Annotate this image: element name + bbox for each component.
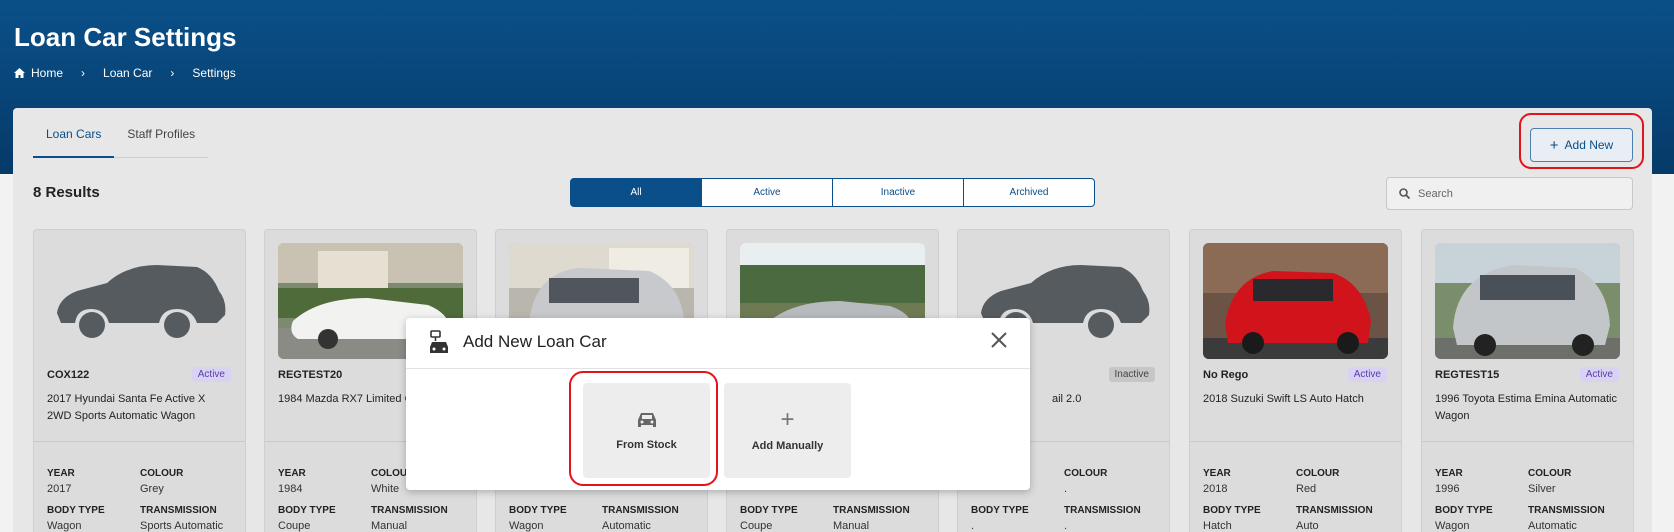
chevron-right-icon: ›: [81, 66, 86, 80]
spec-year: YEAR 2018: [1203, 468, 1231, 495]
spec-colour: COLOUR.: [1064, 468, 1108, 495]
car-photo: [1203, 243, 1388, 359]
dialog-title: Add New Loan Car: [463, 332, 607, 351]
search-icon: [1399, 188, 1410, 199]
breadcrumb-home[interactable]: Home: [14, 66, 63, 80]
divider: [34, 441, 245, 442]
status-badge: Active: [191, 367, 231, 382]
filter-inactive[interactable]: Inactive: [832, 178, 964, 207]
spec-transmission: TRANSMISSION Automatic: [1528, 505, 1605, 532]
loan-car-card[interactable]: COX122 Active 2017 Hyundai Santa Fe Acti…: [33, 229, 246, 532]
tab-loan-cars[interactable]: Loan Cars: [33, 124, 115, 158]
car-photo: [1435, 243, 1620, 359]
filter-active[interactable]: Active: [701, 178, 833, 207]
filter-all[interactable]: All: [570, 178, 702, 207]
spec-year: YEAR 1996: [1435, 468, 1463, 495]
car-rego: COX122: [47, 369, 90, 381]
spec-transmission: TRANSMISSION Sports Automatic: [140, 505, 224, 532]
highlight-annotation: [1519, 113, 1644, 169]
spec-year: YEAR 1984: [278, 468, 306, 495]
results-count: 8 Results: [33, 184, 100, 201]
status-filter-group: All Active Inactive Archived: [570, 178, 1095, 207]
dialog-header: Add New Loan Car: [406, 318, 1030, 369]
breadcrumb-settings: Settings: [192, 66, 236, 80]
car-rego: REGTEST15: [1435, 369, 1500, 381]
spec-year: YEAR 2017: [47, 468, 75, 495]
spec-colour: COLOUR Red: [1296, 468, 1340, 495]
highlight-annotation: [569, 371, 718, 486]
spec-colour: COLOUR Silver: [1528, 468, 1572, 495]
spec-transmission: TRANSMISSION Manual: [833, 505, 910, 532]
spec-transmission: TRANSMISSION Auto: [1296, 505, 1373, 532]
home-icon: [14, 68, 25, 78]
loan-car-card[interactable]: REGTEST15 Active 1996 Toyota Estima Emin…: [1421, 229, 1634, 532]
car-description: 2018 Suzuki Swift LS Auto Hatch: [1203, 393, 1364, 405]
search-placeholder: Search: [1418, 187, 1453, 200]
tab-staff-profiles[interactable]: Staff Profiles: [114, 124, 208, 158]
car-description: 1996 Toyota Estima Emina Automatic Wagon: [1435, 393, 1618, 422]
search-input[interactable]: Search: [1386, 177, 1633, 210]
status-badge: Active: [1579, 367, 1619, 382]
car-description: 2017 Hyundai Santa Fe Active X 2WD Sport…: [47, 393, 206, 422]
divider: [1190, 441, 1401, 442]
spec-transmission: TRANSMISSION Manual: [371, 505, 448, 532]
chevron-right-icon: ›: [170, 66, 175, 80]
spec-body-type: BODY TYPE Wagon: [47, 505, 105, 532]
car-rego: REGTEST20: [278, 369, 343, 381]
tab-bar: Loan Cars Staff Profiles: [33, 124, 209, 158]
spec-body-type: BODY TYPE Coupe: [740, 505, 798, 532]
filter-archived[interactable]: Archived: [963, 178, 1095, 207]
add-manually-label: Add Manually: [751, 439, 824, 452]
car-rego: No Rego: [1203, 369, 1249, 381]
spec-body-type: BODY TYPE Wagon: [1435, 505, 1493, 532]
spec-body-type: BODY TYPE.: [971, 505, 1029, 532]
breadcrumb: Home › Loan Car › Settings: [14, 66, 236, 80]
page-title: Loan Car Settings: [14, 22, 237, 52]
status-badge: Active: [1347, 367, 1387, 382]
spec-body-type: BODY TYPE Coupe: [278, 505, 336, 532]
close-icon[interactable]: [990, 331, 1008, 349]
spec-transmission: TRANSMISSION Automatic: [602, 505, 679, 532]
spec-body-type: BODY TYPE Wagon: [509, 505, 567, 532]
breadcrumb-loan-car[interactable]: Loan Car: [103, 66, 152, 80]
breadcrumb-home-label: Home: [31, 66, 64, 80]
divider: [1422, 441, 1633, 442]
car-placeholder-image: [47, 243, 232, 359]
spec-colour: COLOUR Grey: [140, 468, 184, 495]
spec-body-type: BODY TYPE Hatch: [1203, 505, 1261, 532]
status-badge: Inactive: [1108, 367, 1155, 382]
loan-car-card[interactable]: No Rego Active 2018 Suzuki Swift LS Auto…: [1189, 229, 1402, 532]
spec-transmission: TRANSMISSION.: [1064, 505, 1141, 532]
car-key-icon: [430, 330, 448, 353]
add-new-loan-car-dialog: Add New Loan Car From Stock + Add Manual…: [406, 318, 1030, 490]
plus-icon: +: [780, 405, 795, 433]
add-manually-option[interactable]: + Add Manually: [724, 383, 851, 478]
